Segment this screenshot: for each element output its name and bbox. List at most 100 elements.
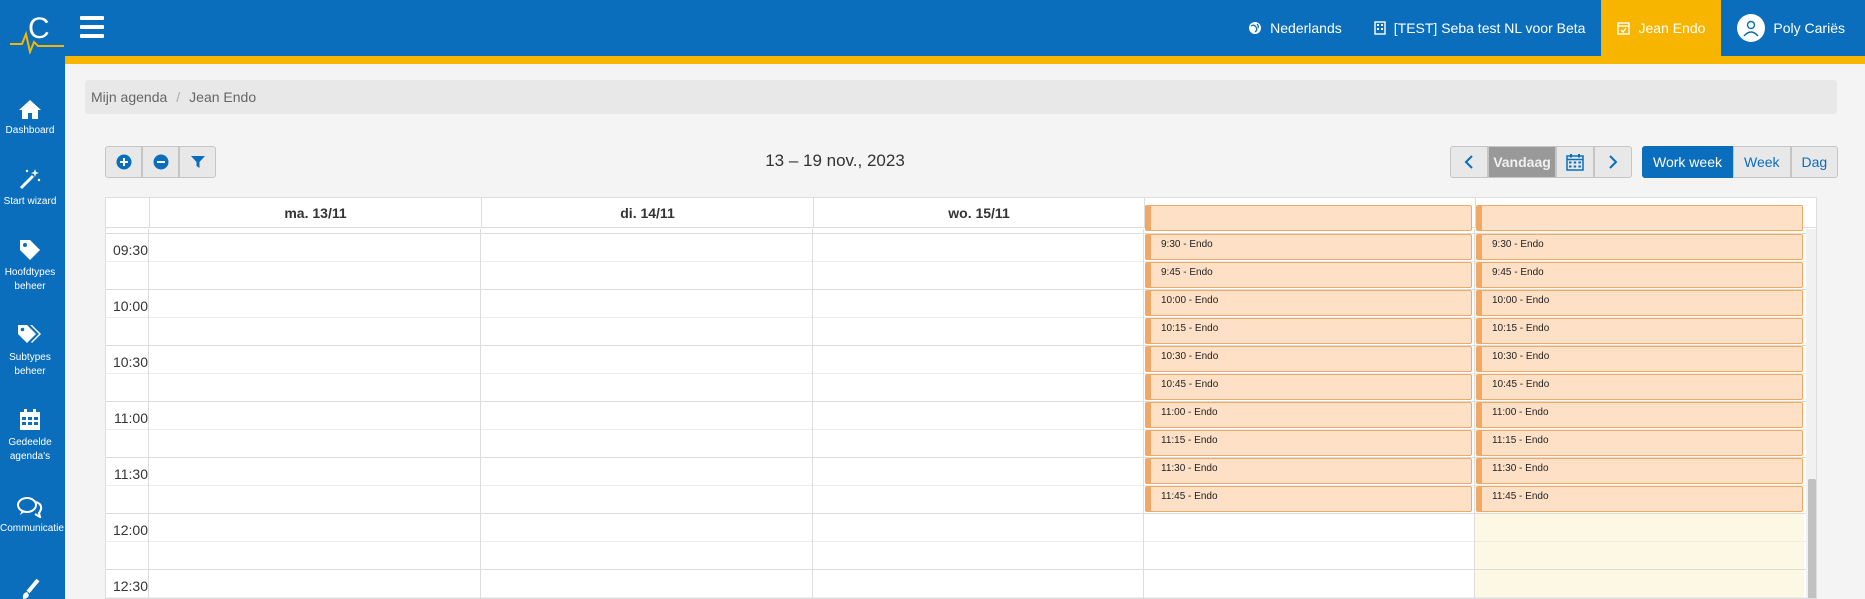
sidebar-item-brush[interactable] [0, 578, 60, 599]
sidebar-item-label: Start wizard [3, 196, 57, 207]
appointment-event[interactable]: 10:00 - Endo [1476, 290, 1803, 316]
next-button[interactable] [1594, 146, 1632, 178]
agenda-selector[interactable]: Jean Endo [1601, 0, 1722, 56]
magic-wand-icon [19, 169, 41, 190]
appointment-event[interactable]: 9:30 - Endo [1145, 234, 1472, 260]
chevron-left-icon [1464, 155, 1473, 169]
globe-icon [1249, 22, 1262, 34]
appointment-event[interactable]: 11:45 - Endo [1145, 486, 1472, 512]
sidebar-item-shared-agendas[interactable]: Gedeelde agenda's [0, 408, 60, 464]
time-label: 12:30 [112, 578, 148, 594]
view-work-week-button[interactable]: Work week [1642, 146, 1733, 178]
sidebar-item-label: Subtypes beheer [9, 352, 51, 377]
day-header-wednesday: wo. 15/11 [813, 198, 1144, 228]
appointment-event[interactable] [1145, 205, 1472, 231]
appointment-event[interactable]: 9:45 - Endo [1476, 262, 1803, 288]
agenda-label: Jean Endo [1638, 20, 1706, 36]
appointment-event[interactable]: 9:45 - Endo [1145, 262, 1472, 288]
sidebar-item-label: Hoofdtypes beheer [4, 267, 56, 292]
view-week-button[interactable]: Week [1732, 146, 1791, 178]
calendar-icon [1566, 154, 1584, 171]
calendar-navigation: Vandaag [1450, 146, 1632, 178]
appointment-event[interactable]: 11:30 - Endo [1476, 458, 1803, 484]
sidebar-item-label: Gedeelde agenda's [8, 437, 52, 462]
slot-line [106, 541, 1806, 542]
calendar-grid: ma. 13/11 di. 14/11 wo. 15/11 do. 16/11 … [105, 197, 1817, 599]
sidebar-item-dashboard[interactable]: Dashboard [0, 98, 60, 138]
appointment-event[interactable]: 10:45 - Endo [1145, 374, 1472, 400]
appointment-event[interactable]: 10:15 - Endo [1476, 318, 1803, 344]
breadcrumb-link-mijn-agenda[interactable]: Mijn agenda [91, 89, 167, 105]
appointment-event[interactable]: 10:15 - Endo [1145, 318, 1472, 344]
column-line [148, 229, 149, 598]
appointment-event[interactable]: 10:30 - Endo [1476, 346, 1803, 372]
column-line [1474, 229, 1475, 598]
time-label: 10:30 [112, 354, 148, 370]
chevron-right-icon [1609, 155, 1618, 169]
tags-icon [18, 325, 41, 343]
sidebar-item-hoofdtypes[interactable]: Hoofdtypes beheer [0, 238, 60, 294]
paint-brush-icon [22, 578, 40, 599]
appointment-event[interactable]: 11:15 - Endo [1476, 430, 1803, 456]
column-line [1143, 229, 1144, 598]
organization-label: [TEST] Seba test NL voor Beta [1393, 20, 1586, 36]
remove-button[interactable] [142, 146, 179, 178]
sidebar: Dashboard Start wizard Hoofdtypes beheer… [0, 56, 65, 599]
calendar-body[interactable]: 09:30 10:00 10:30 11:00 11:30 12:00 12:3… [106, 205, 1816, 598]
time-label: 11:30 [114, 466, 148, 482]
language-selector[interactable]: Nederlands [1232, 0, 1358, 56]
view-switcher: Work week Week Dag [1642, 146, 1839, 178]
breadcrumb-current: Jean Endo [189, 89, 257, 105]
view-day-button[interactable]: Dag [1790, 146, 1839, 178]
appointment-event[interactable]: 11:30 - Endo [1145, 458, 1472, 484]
time-label: 11:00 [114, 410, 148, 426]
appointment-event[interactable]: 11:00 - Endo [1476, 402, 1803, 428]
plus-circle-icon [116, 154, 131, 170]
language-label: Nederlands [1270, 20, 1342, 36]
user-menu[interactable]: Poly Cariës [1721, 0, 1865, 56]
appointment-event[interactable] [1476, 205, 1803, 231]
appointment-event[interactable]: 10:30 - Endo [1145, 346, 1472, 372]
filter-button[interactable] [179, 146, 216, 178]
chat-bubbles-icon [17, 497, 43, 518]
add-button[interactable] [105, 146, 142, 178]
minus-circle-icon [153, 154, 168, 170]
previous-button[interactable] [1450, 146, 1488, 178]
sidebar-item-label: Dashboard [5, 125, 55, 136]
home-icon [19, 100, 41, 119]
sidebar-item-start-wizard[interactable]: Start wizard [0, 167, 60, 209]
slot-line [106, 513, 1806, 514]
today-button[interactable]: Vandaag [1488, 146, 1556, 178]
day-header-monday: ma. 13/11 [149, 198, 481, 228]
menu-toggle-icon[interactable] [80, 16, 104, 38]
slot-line [106, 569, 1806, 570]
organization-selector[interactable]: [TEST] Seba test NL voor Beta [1358, 0, 1602, 56]
appointment-event[interactable]: 10:45 - Endo [1476, 374, 1803, 400]
sidebar-item-communicatie[interactable]: Communicatie [0, 496, 64, 536]
appointment-event[interactable]: 9:30 - Endo [1476, 234, 1803, 260]
column-line [812, 229, 813, 598]
slot-line [106, 597, 1806, 598]
appointment-event[interactable]: 11:00 - Endo [1145, 402, 1472, 428]
appointment-event[interactable]: 11:45 - Endo [1476, 486, 1803, 512]
breadcrumb: Mijn agenda / Jean Endo [85, 80, 1837, 114]
building-icon [1374, 21, 1386, 35]
calendar-check-icon [1617, 22, 1631, 35]
breadcrumb-separator: / [176, 89, 181, 105]
appointment-event[interactable]: 10:00 - Endo [1145, 290, 1472, 316]
svg-text:C: C [28, 12, 50, 45]
app-logo[interactable]: C [8, 8, 66, 56]
day-header-tuesday: di. 14/11 [481, 198, 813, 228]
calendar-scrollbar-thumb[interactable] [1808, 479, 1816, 598]
top-navbar: C Nederlands [TEST] Seba test NL voor Be… [0, 0, 1865, 56]
appointment-event[interactable]: 11:15 - Endo [1145, 430, 1472, 456]
accent-stripe [65, 56, 1865, 64]
sidebar-item-subtypes[interactable]: Subtypes beheer [0, 323, 60, 379]
filter-icon [190, 156, 205, 168]
calendar-date-range: 13 – 19 nov., 2023 [765, 151, 905, 170]
time-label: 09:30 [112, 242, 148, 258]
date-picker-button[interactable] [1556, 146, 1594, 178]
user-name: Poly Cariës [1773, 20, 1845, 36]
column-line [480, 229, 481, 598]
tag-icon [20, 240, 40, 260]
